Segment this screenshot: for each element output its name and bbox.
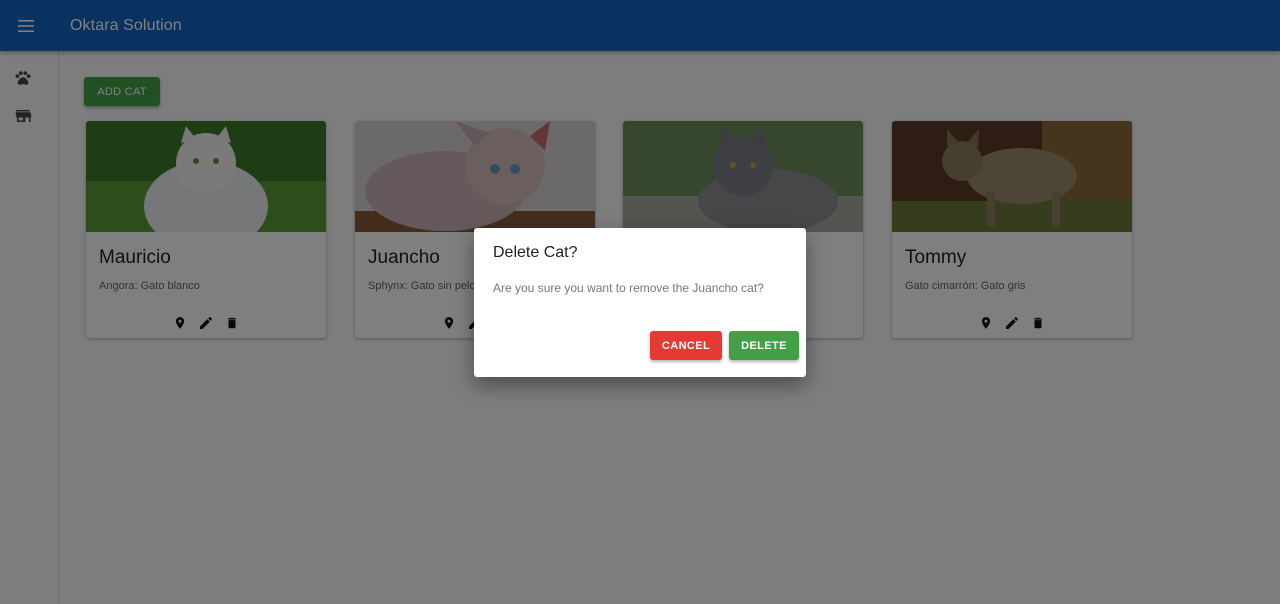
dialog-title: Delete Cat? <box>493 244 578 261</box>
delete-cat-dialog: Delete Cat? Are you sure you want to rem… <box>474 228 806 377</box>
dialog-message: Are you sure you want to remove the Juan… <box>493 281 764 295</box>
cancel-button[interactable]: CANCEL <box>650 331 722 360</box>
confirm-delete-button[interactable]: DELETE <box>729 331 799 360</box>
